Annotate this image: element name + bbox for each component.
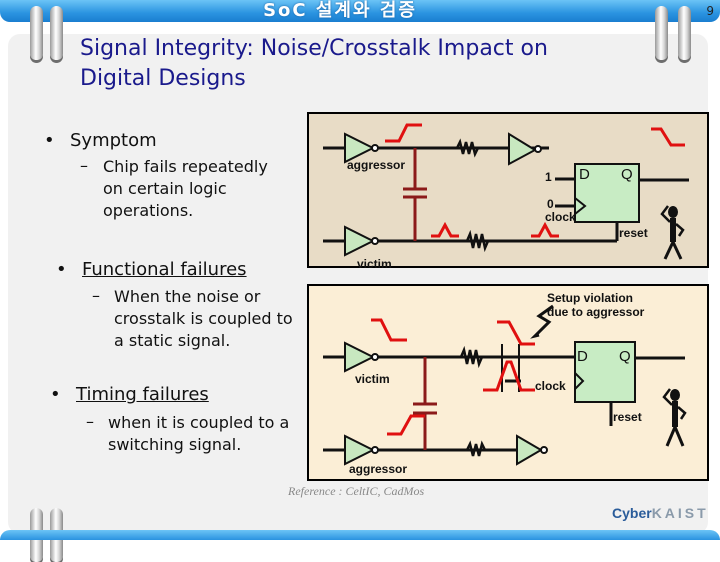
aggressor-inverter-icon [344, 434, 376, 466]
d-label: D [579, 166, 590, 183]
q-label: Q [619, 348, 631, 365]
bullet-timing-failures: Timing failures [76, 384, 209, 405]
inverter-bubble [371, 237, 379, 245]
binder-ring-icon [655, 6, 668, 60]
aggressor-label: aggressor [347, 158, 406, 172]
title-line-1: Signal Integrity: Noise/Crosstalk Impact… [80, 36, 548, 61]
confused-person-icon [662, 388, 687, 447]
symptom-detail: Chip fails repeatedly on certain logic o… [103, 156, 268, 222]
clock-label: clock [545, 210, 576, 224]
reset-label: reset [619, 226, 648, 240]
footer-bar [0, 530, 720, 540]
victim-glitch-icon [531, 221, 559, 238]
inverter-bubble [540, 446, 548, 454]
text-line: a static signal. [114, 331, 231, 350]
confused-person-icon [660, 205, 685, 260]
inverter-bubble [371, 353, 379, 361]
binder-ring-icon [30, 6, 43, 60]
clock-window-signal-icon [483, 360, 535, 392]
setup-violation-annotation: Setup violation due to aggressor [547, 291, 644, 319]
slide-title: Signal Integrity: Noise/Crosstalk Impact… [80, 34, 548, 94]
text-line: when it is coupled to a [108, 413, 290, 432]
bullet-symptom: Symptom [70, 130, 157, 151]
q-falling-signal-icon [651, 127, 685, 147]
timing-detail: when it is coupled to a switching signal… [108, 412, 289, 456]
victim-label: victim [355, 372, 390, 386]
q-label: Q [621, 166, 633, 183]
bullet-dot: • [56, 259, 67, 280]
functional-detail: When the noise or crosstalk is coupled t… [114, 286, 293, 352]
coupling-capacitor-icon [413, 357, 437, 450]
inverter-bubble [534, 145, 542, 153]
text-line: operations. [103, 201, 194, 220]
victim-glitch-icon [431, 221, 459, 238]
d-input-value: 1 [545, 170, 552, 184]
header-bar: SoC 설계와 검증 9 [0, 0, 720, 22]
text-line: due to aggressor [547, 305, 645, 319]
bullet-dot: • [44, 130, 55, 151]
text-line: When the noise or [114, 287, 261, 306]
aggressor-rising-signal-icon [385, 123, 422, 143]
victim-inverter-icon [344, 341, 376, 373]
text-line: Setup violation [547, 291, 634, 305]
inverter-bubble [371, 446, 379, 454]
bullet-dot: • [50, 384, 61, 405]
functional-failure-diagram: aggressor victim D Q 1 0 clock reset [307, 112, 709, 271]
buffer-inverter-icon [516, 434, 543, 466]
page-number: 9 [706, 4, 714, 18]
coupling-capacitor-icon [403, 148, 427, 241]
victim-label: victim [357, 257, 392, 271]
logo-text-kaist: KAIST [651, 505, 709, 521]
reference-note: Reference : CeltIC, CadMos [288, 484, 425, 498]
cyber-kaist-logo: CyberKAIST [612, 505, 709, 521]
dash: – [86, 412, 94, 431]
clock-label: clock [535, 379, 566, 393]
dash: – [92, 286, 100, 305]
reset-label: reset [613, 410, 642, 424]
d-label: D [577, 348, 588, 365]
logo-text-cyber: Cyber [612, 505, 652, 521]
victim-inverter-icon [344, 225, 376, 257]
victim-falling-signal-icon [371, 318, 407, 342]
clock-input-value: 0 [547, 197, 554, 211]
text-line: Chip fails repeatedly [103, 157, 268, 176]
title-line-2: Digital Designs [80, 66, 246, 91]
header-title: SoC 설계와 검증 [263, 0, 417, 21]
victim-delayed-falling-icon [497, 320, 535, 346]
aggressor-rising-signal-icon [387, 414, 425, 436]
buffer-inverter-icon [508, 132, 538, 166]
binder-ring-icon [678, 6, 691, 60]
text-line: switching signal. [108, 435, 242, 454]
timing-failure-diagram: Setup violation due to aggressor victim … [307, 284, 709, 481]
circuit-schematic [323, 123, 689, 260]
text-line: on certain logic [103, 179, 227, 198]
inverter-bubble [371, 144, 379, 152]
binder-ring-icon [50, 6, 63, 60]
bullet-functional-failures: Functional failures [82, 259, 247, 280]
dash: – [80, 156, 88, 175]
text-line: crosstalk is coupled to [114, 309, 293, 328]
aggressor-label: aggressor [349, 462, 408, 476]
